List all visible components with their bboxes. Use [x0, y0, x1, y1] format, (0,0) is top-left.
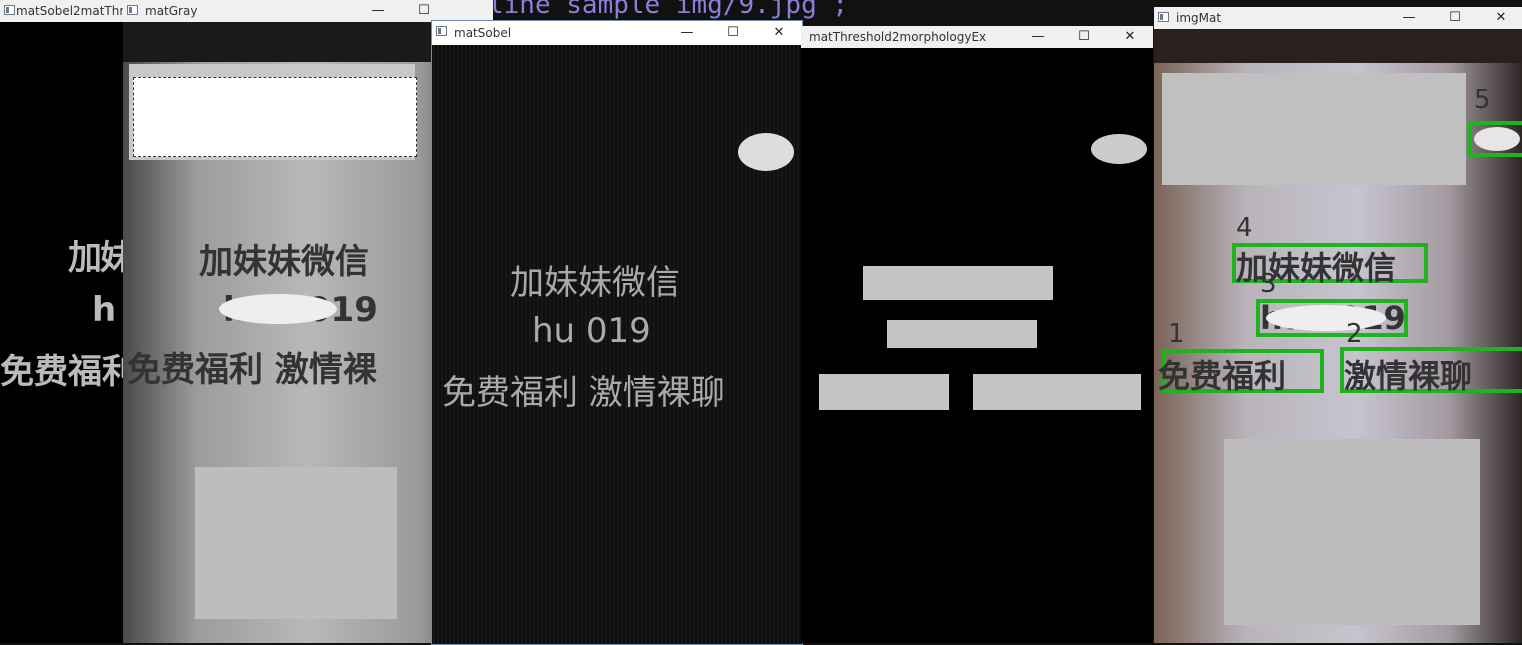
morph-block-3b: [973, 374, 1141, 410]
image-view: [801, 48, 1153, 643]
image-view: 加妹妹微信 h 免费福利 激情裸: [0, 22, 140, 643]
window-sobel-threshold[interactable]: matSobel2matThre 加妹妹微信 h 免费福利 激情裸: [0, 0, 140, 643]
background-code-text: line sample img/9.jpg ;: [488, 0, 849, 20]
minimize-button[interactable]: —: [1386, 7, 1432, 29]
gray-text-line1: 加妹妹微信: [199, 242, 369, 282]
redaction-bottom: [195, 467, 397, 619]
morph-block-2: [887, 320, 1037, 348]
sobel-text-line1: 加妹妹微信: [510, 263, 680, 303]
label-2: 2: [1346, 319, 1363, 349]
maximize-button[interactable]: ☐: [1061, 26, 1107, 48]
img-text-line3b: 激情裸聊: [1344, 357, 1473, 395]
titlebar[interactable]: matSobel2matThre: [0, 0, 140, 22]
image-view: 加妹妹微信 hu 019 免费福利 激情裸聊: [432, 45, 802, 644]
minimize-button[interactable]: —: [355, 0, 401, 22]
redaction-blob-3: [1266, 305, 1386, 331]
app-icon: [1158, 12, 1169, 22]
label-4: 4: [1236, 213, 1253, 243]
label-5: 5: [1474, 85, 1491, 115]
close-button[interactable]: ✕: [756, 21, 802, 45]
app-icon: [127, 5, 138, 15]
window-title: matGray: [145, 4, 198, 18]
gray-text-line3: 免费福利 激情裸: [127, 350, 377, 390]
window-mat-sobel[interactable]: matSobel — ☐ ✕ 加妹妹微信 hu 019 免费福利 激情裸聊: [431, 20, 803, 645]
edge-text-line3: 免费福利 激情裸: [0, 352, 140, 392]
titlebar[interactable]: matSobel — ☐ ✕: [432, 21, 802, 45]
minimize-button[interactable]: —: [1015, 26, 1061, 48]
titlebar[interactable]: matThreshold2morphologyEx — ☐ ✕: [801, 26, 1153, 48]
maximize-button[interactable]: ☐: [710, 21, 756, 45]
maximize-button[interactable]: ☐: [1432, 7, 1478, 29]
redaction-bottom: [1224, 439, 1480, 625]
morph-block-1: [863, 266, 1053, 300]
window-morphology[interactable]: matThreshold2morphologyEx — ☐ ✕: [801, 26, 1153, 643]
maximize-button[interactable]: ☐: [401, 0, 447, 22]
redaction-top: [1162, 73, 1466, 185]
morph-block-3a: [819, 374, 949, 410]
img-text-line3a: 免费福利: [1158, 357, 1287, 395]
image-view: 5 4 加妹妹微信 3 hu 2019 1 2 免费福利 激情裸聊: [1154, 29, 1522, 643]
label-1: 1: [1168, 319, 1185, 349]
selection-rectangle: [133, 77, 417, 157]
label-3: 3: [1260, 269, 1277, 299]
close-button[interactable]: ✕: [1478, 7, 1522, 29]
sobel-text-line3: 免费福利 激情裸聊: [442, 373, 725, 413]
edge-text-line2: h: [92, 290, 117, 330]
app-icon: [4, 5, 15, 15]
close-button[interactable]: ✕: [1107, 26, 1153, 48]
window-title: matThreshold2morphologyEx: [809, 30, 987, 44]
window-title: matSobel2matThre: [16, 4, 132, 18]
window-title: imgMat: [1176, 11, 1222, 25]
redaction-blob: [219, 294, 337, 324]
redaction-blob-top: [738, 133, 794, 171]
window-img-mat[interactable]: imgMat — ☐ ✕ 5 4 加妹妹微信 3 hu 2019 1 2 免费福…: [1154, 7, 1522, 643]
titlebar[interactable]: imgMat — ☐ ✕: [1154, 7, 1522, 29]
minimize-button[interactable]: —: [664, 21, 710, 45]
sobel-text-line2: hu 019: [532, 311, 651, 351]
titlebar[interactable]: matGray — ☐: [123, 0, 493, 22]
morph-blob-top: [1091, 134, 1147, 164]
window-title: matSobel: [454, 26, 512, 40]
app-icon: [436, 26, 447, 36]
redaction-blob-5: [1474, 127, 1520, 151]
